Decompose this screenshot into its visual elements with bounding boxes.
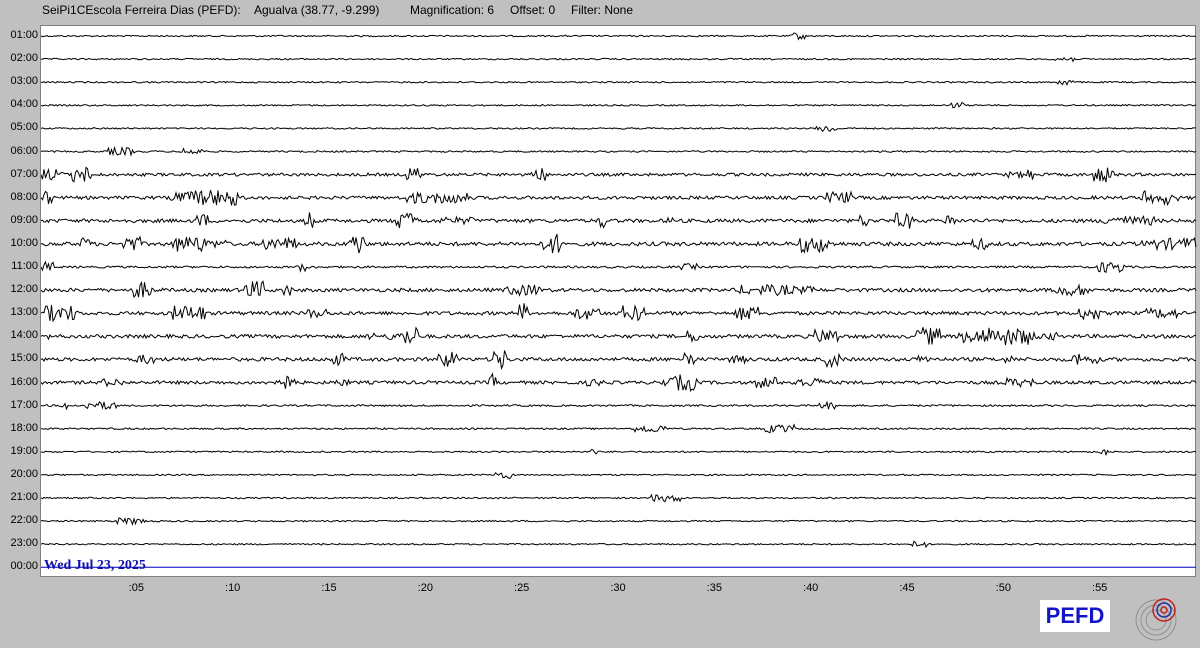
date-label: Wed Jul 23, 2025 bbox=[44, 558, 146, 573]
trace-0600 bbox=[41, 145, 1197, 158]
minute-tick-label: :10 bbox=[225, 582, 241, 594]
minute-tick-label: :15 bbox=[321, 582, 337, 594]
seismogram-traces bbox=[41, 32, 1197, 568]
hour-label: 07:00 bbox=[10, 167, 38, 180]
hour-label: 23:00 bbox=[10, 537, 38, 550]
trace-2000 bbox=[41, 472, 1197, 479]
hour-label: 04:00 bbox=[10, 98, 38, 111]
minute-tick-label: :45 bbox=[899, 582, 915, 594]
minute-tick-label: :20 bbox=[417, 582, 433, 594]
trace-0900 bbox=[41, 212, 1197, 229]
hour-label: 18:00 bbox=[10, 421, 38, 434]
trace-1700 bbox=[41, 400, 1197, 411]
trace-2200 bbox=[41, 517, 1197, 526]
offset-readout: Offset: 0 bbox=[510, 3, 556, 17]
hour-label: 13:00 bbox=[10, 306, 38, 319]
hour-label: 20:00 bbox=[10, 467, 38, 480]
hour-label: 03:00 bbox=[10, 75, 38, 88]
trace-2300 bbox=[41, 540, 1197, 549]
station-code-logo: PEFD bbox=[1040, 600, 1110, 632]
hour-label: 15:00 bbox=[10, 352, 38, 365]
trace-2100 bbox=[41, 493, 1197, 503]
trace-0300 bbox=[41, 79, 1197, 86]
trace-0400 bbox=[41, 101, 1197, 109]
trace-0100 bbox=[41, 32, 1197, 41]
seismogram-plot bbox=[40, 25, 1197, 577]
hour-label: 19:00 bbox=[10, 444, 38, 457]
hour-label: 12:00 bbox=[10, 283, 38, 296]
hour-label: 00:00 bbox=[10, 560, 38, 573]
minute-tick-label: :40 bbox=[803, 582, 819, 594]
trace-1500 bbox=[41, 350, 1197, 371]
hour-label: 08:00 bbox=[10, 190, 38, 203]
minute-tick-label: :30 bbox=[610, 582, 626, 594]
minute-tick-label: :05 bbox=[128, 582, 144, 594]
hour-label: 14:00 bbox=[10, 329, 38, 342]
seismograph-logo-icon bbox=[1135, 598, 1177, 641]
minute-tick-label: :25 bbox=[514, 582, 530, 594]
station-name: SeiPi1CEscola Ferreira Dias (PEFD): bbox=[42, 3, 241, 17]
trace-1900 bbox=[41, 448, 1197, 457]
minute-tick-label: :50 bbox=[995, 582, 1011, 594]
hour-label: 10:00 bbox=[10, 236, 38, 249]
hour-label: 11:00 bbox=[11, 260, 38, 272]
trace-1300 bbox=[41, 303, 1197, 323]
trace-1200 bbox=[41, 280, 1197, 299]
minute-tick-label: :55 bbox=[1092, 582, 1108, 594]
hour-label: 22:00 bbox=[10, 514, 38, 527]
hour-label: 01:00 bbox=[10, 29, 38, 41]
filter-readout: Filter: None bbox=[571, 3, 634, 17]
trace-1600 bbox=[41, 372, 1197, 392]
hour-label: 09:00 bbox=[10, 213, 38, 226]
hour-label: 16:00 bbox=[10, 375, 38, 388]
trace-0800 bbox=[41, 189, 1197, 206]
trace-0500 bbox=[41, 125, 1197, 133]
trace-1800 bbox=[41, 423, 1197, 434]
trace-1100 bbox=[41, 260, 1197, 274]
hour-label: 06:00 bbox=[10, 144, 38, 157]
trace-1000 bbox=[41, 234, 1197, 254]
station-location: Agualva (38.77, -9.299) bbox=[254, 3, 380, 17]
hour-label: 21:00 bbox=[10, 491, 38, 503]
magnification-readout: Magnification: 6 bbox=[410, 3, 495, 17]
hour-label: 05:00 bbox=[10, 121, 38, 134]
header-bar: SeiPi1CEscola Ferreira Dias (PEFD): Agua… bbox=[0, 0, 1200, 22]
trace-0200 bbox=[41, 56, 1197, 63]
minute-tick-label: :35 bbox=[706, 582, 722, 594]
trace-0700 bbox=[41, 166, 1197, 183]
hour-label: 17:00 bbox=[10, 398, 38, 411]
hour-label: 02:00 bbox=[10, 52, 38, 65]
trace-1400 bbox=[41, 326, 1197, 346]
